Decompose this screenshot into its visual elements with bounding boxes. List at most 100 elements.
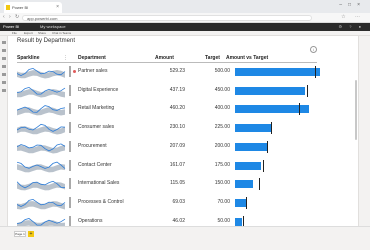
table-row[interactable]: Contact Center 161.07 175.00	[17, 157, 317, 175]
sparkline-scale	[69, 84, 71, 96]
amount-vs-target-cell	[235, 84, 325, 97]
create-icon[interactable]	[1, 49, 6, 52]
data-hub-icon[interactable]	[1, 65, 6, 68]
amount-bar	[235, 68, 321, 76]
sparkline-scale	[69, 140, 71, 152]
sparkline-scale	[69, 178, 71, 190]
tab-close-icon[interactable]: ×	[56, 2, 59, 13]
target-marker	[315, 66, 317, 78]
toolbar-share[interactable]: Share	[38, 31, 46, 35]
sparkline	[17, 105, 66, 116]
department-cell: Retail Marketing	[78, 105, 115, 112]
target-cell: 50.00	[217, 217, 230, 224]
table-row[interactable]: Consumer sales 230.10 225.00	[17, 119, 317, 137]
amount-cell: 460.20	[169, 105, 185, 112]
scrollbar[interactable]	[355, 80, 357, 140]
report-canvas: Result by Department i Sparkline ⋮ Depar…	[9, 36, 358, 247]
home-icon[interactable]	[1, 41, 6, 44]
sparkline	[17, 86, 66, 98]
target-marker	[299, 103, 301, 116]
department-cell: International Sales	[78, 180, 120, 187]
header-amount[interactable]: Amount	[155, 55, 174, 61]
browser-tab[interactable]: Power BI ×	[4, 2, 62, 13]
window-controls[interactable]: –□×	[339, 2, 366, 8]
department-cell: Operations	[78, 217, 103, 224]
table-row[interactable]: Procurement 207.09 200.00	[17, 138, 317, 156]
app-brand[interactable]: Power BI	[3, 24, 19, 29]
page-tab[interactable]: Page 1	[14, 231, 26, 237]
add-page-button[interactable]: +	[28, 231, 34, 237]
sparkline	[17, 143, 66, 154]
amount-bar	[235, 142, 269, 151]
flag-indicator	[73, 70, 76, 73]
target-marker	[259, 178, 261, 191]
refresh-icon[interactable]: ↻	[15, 14, 19, 20]
amount-cell: 115.05	[170, 180, 185, 187]
amount-bar	[235, 124, 272, 133]
info-icon[interactable]: i	[310, 46, 317, 53]
amount-vs-target-cell	[235, 66, 325, 78]
sort-icon[interactable]: ⋮	[63, 55, 68, 61]
header-sparkline[interactable]: Sparkline	[17, 55, 40, 61]
sparkline-scale	[69, 215, 71, 227]
browser-tabbar: Power BI × –□×	[0, 0, 370, 13]
toolbar-file[interactable]: File	[12, 31, 17, 35]
sparkline-scale	[69, 159, 71, 171]
powerbi-logo-icon	[6, 5, 10, 10]
amount-cell: 69.03	[172, 198, 185, 205]
table-row[interactable]: Retail Marketing 460.20 400.00	[17, 100, 317, 118]
target-cell: 400.00	[214, 105, 230, 112]
table-row[interactable]: International Sales 115.05 150.00	[17, 175, 317, 193]
browse-icon[interactable]	[1, 57, 6, 60]
sparkline	[17, 161, 66, 172]
visual-title: Result by Department	[17, 38, 76, 44]
amount-cell: 230.10	[169, 124, 185, 131]
department-cell: Processes & Control	[78, 198, 124, 205]
amount-cell: 207.09	[169, 142, 185, 149]
sparkline	[17, 123, 66, 135]
amount-vs-target-cell	[235, 122, 325, 135]
url-input[interactable]: app.powerbi.com	[22, 15, 312, 21]
target-cell: 200.00	[214, 142, 230, 149]
amount-cell: 437.19	[169, 86, 185, 93]
browser-menu-icons[interactable]: ☆ ⋯	[341, 14, 364, 20]
toolbar-chat-in-teams[interactable]: Chat in Teams	[52, 31, 71, 35]
department-cell: Partner sales	[78, 68, 108, 74]
header-amount-vs-target[interactable]: Amount vs Target	[226, 55, 268, 61]
workspace-name[interactable]: My workspace	[40, 24, 66, 29]
amount-cell: 529.23	[169, 68, 185, 74]
sparkline	[17, 181, 66, 191]
table-row[interactable]: Partner sales 529.23 500.00	[17, 63, 321, 81]
sparkline-band	[17, 144, 65, 154]
amount-cell: 161.07	[169, 161, 185, 168]
target-cell: 175.00	[214, 161, 230, 168]
target-marker	[246, 196, 248, 209]
department-cell: Digital Experience	[78, 86, 119, 93]
table-row[interactable]: Digital Experience 437.19 450.00	[17, 82, 317, 100]
target-cell: 225.00	[214, 124, 230, 131]
toolbar-export[interactable]: Export	[24, 31, 33, 35]
sparkline-scale	[69, 196, 71, 208]
sparkline	[17, 198, 66, 210]
address-bar: ‹ › ↻ app.powerbi.com ☆ ⋯	[0, 13, 370, 23]
forward-arrow-icon[interactable]: ›	[9, 14, 11, 20]
amount-bar	[235, 217, 243, 226]
sparkline-band	[17, 88, 65, 98]
amount-bar	[235, 86, 306, 95]
header-department[interactable]: Department	[78, 55, 106, 61]
back-arrow-icon[interactable]: ‹	[3, 14, 5, 20]
learn-icon[interactable]	[1, 81, 6, 84]
header-actions[interactable]: ⚙ ? ●	[339, 24, 364, 29]
workspaces-icon[interactable]	[1, 89, 6, 92]
amount-cell: 46.02	[172, 217, 185, 224]
target-cell: 450.00	[214, 86, 230, 93]
target-marker	[271, 122, 273, 135]
header-target[interactable]: Target	[205, 55, 220, 61]
sparkline-scale	[69, 66, 71, 77]
sparkline-scale	[69, 122, 71, 134]
table-row[interactable]: Processes & Control 69.03 70.00	[17, 194, 317, 212]
target-cell: 500.00	[214, 68, 230, 74]
app-header: Power BI My workspace ⚙ ? ●	[0, 23, 370, 31]
department-cell: Contact Center	[78, 161, 112, 168]
apps-icon[interactable]	[1, 73, 6, 76]
